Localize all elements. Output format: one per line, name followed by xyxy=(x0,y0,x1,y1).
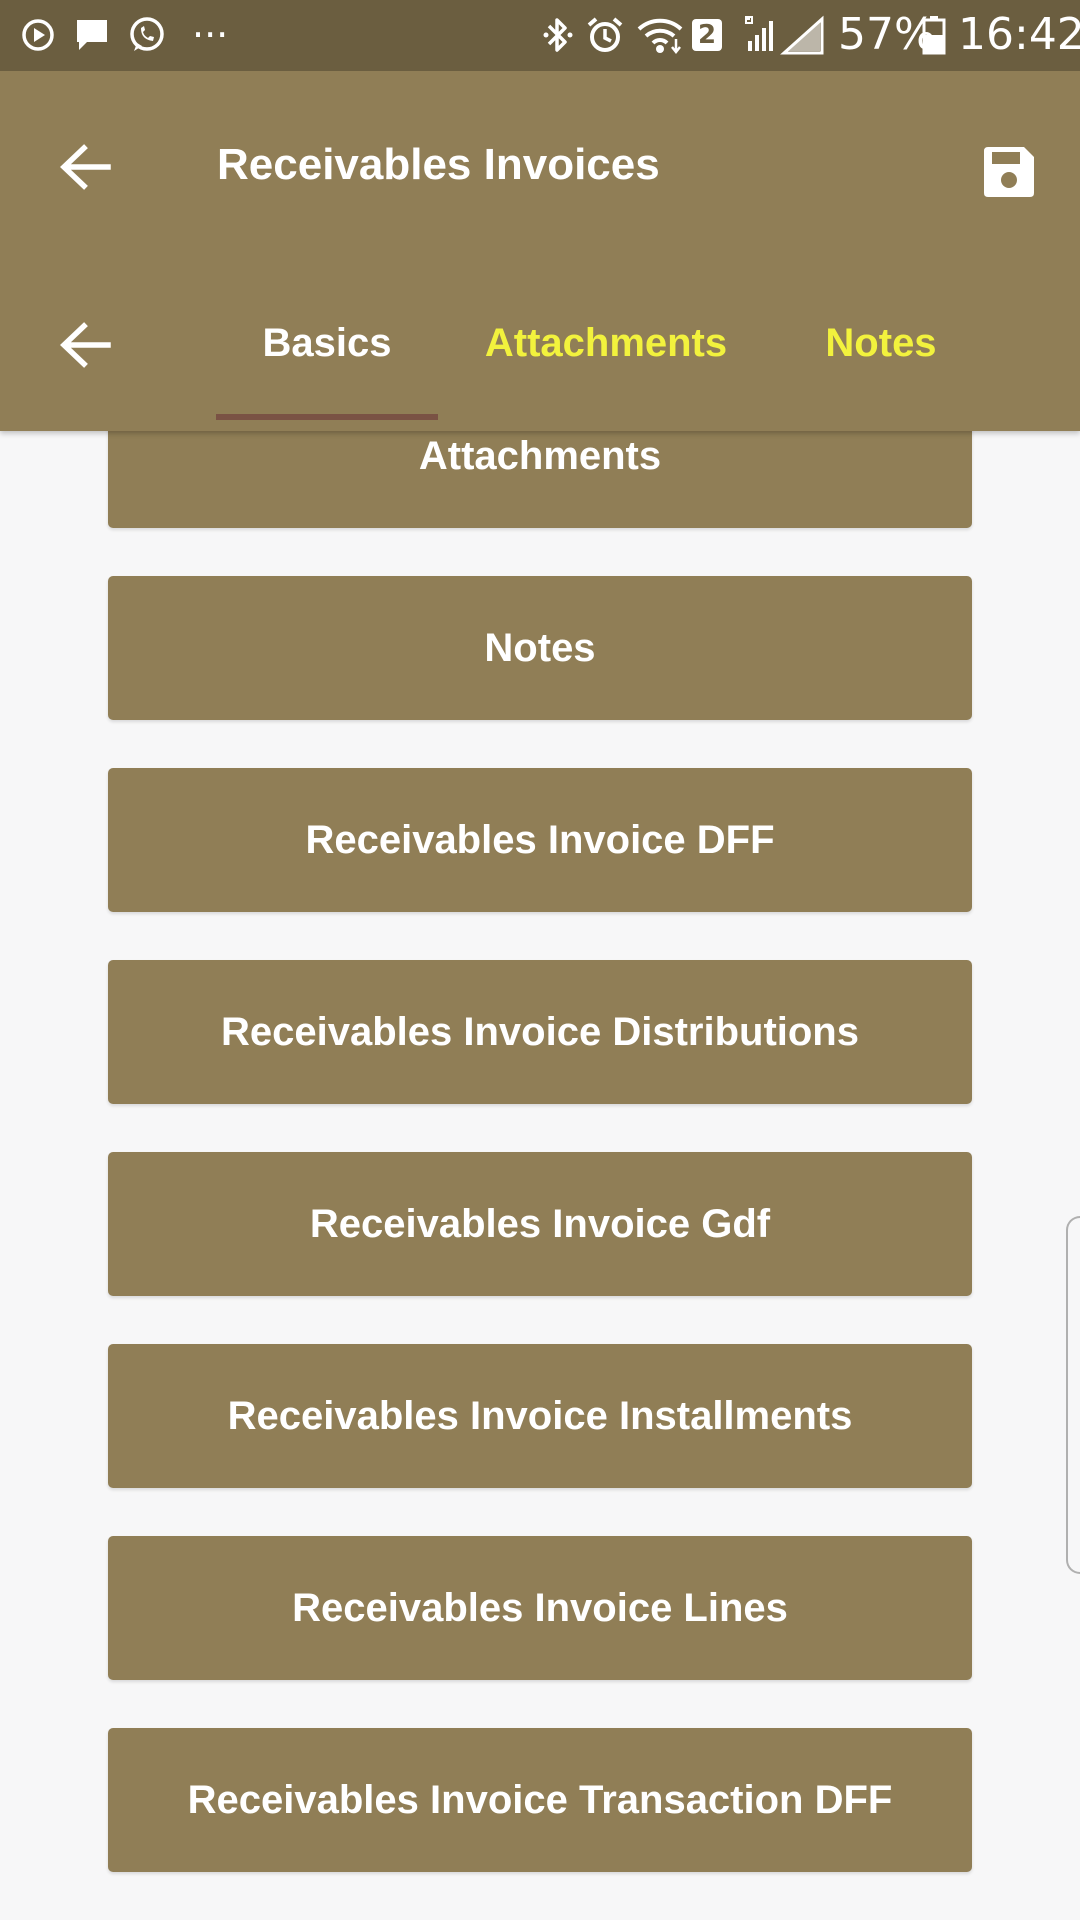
alarm-icon xyxy=(584,14,626,56)
sim-badge-icon: 2 xyxy=(690,14,724,56)
save-button[interactable] xyxy=(968,131,1050,213)
edge-panel-handle[interactable] xyxy=(1066,1216,1080,1574)
tab-notes[interactable]: Notes xyxy=(812,313,950,373)
save-icon xyxy=(980,143,1038,201)
bluetooth-icon xyxy=(540,14,576,56)
tab-bar: Basics Attachments Notes xyxy=(0,263,1080,431)
tab-basics[interactable]: Basics xyxy=(216,313,438,373)
active-tab-indicator xyxy=(216,414,438,420)
app-screen: ··· 2 57% 16:42 Receivables Invoices Bas… xyxy=(0,0,1080,1920)
arrow-back-icon xyxy=(58,318,112,372)
message-icon xyxy=(72,14,112,56)
clock: 16:42 xyxy=(958,9,1080,60)
more-dots-icon: ··· xyxy=(192,13,229,57)
page-title: Receivables Invoices xyxy=(217,140,660,189)
tab-back-button[interactable] xyxy=(40,305,130,385)
battery-icon xyxy=(920,14,948,56)
back-button[interactable] xyxy=(40,127,130,207)
signal-icon xyxy=(740,14,824,56)
app-toolbar: Receivables Invoices xyxy=(0,71,1080,263)
whatsapp-icon xyxy=(124,14,168,56)
invoice-dff-button[interactable]: Receivables Invoice DFF xyxy=(108,768,972,912)
media-play-icon xyxy=(18,14,58,56)
invoice-transaction-dff-button[interactable]: Receivables Invoice Transaction DFF xyxy=(108,1728,972,1872)
attachments-button[interactable]: Attachments xyxy=(108,431,972,528)
button-list: Attachments Notes Receivables Invoice DF… xyxy=(0,431,1080,1920)
invoice-lines-button[interactable]: Receivables Invoice Lines xyxy=(108,1536,972,1680)
invoice-installments-button[interactable]: Receivables Invoice Installments xyxy=(108,1344,972,1488)
wifi-icon xyxy=(636,14,684,56)
arrow-back-icon xyxy=(58,140,112,194)
invoice-distributions-button[interactable]: Receivables Invoice Distributions xyxy=(108,960,972,1104)
tab-attachments[interactable]: Attachments xyxy=(478,313,734,373)
status-bar: ··· 2 57% 16:42 xyxy=(0,0,1080,71)
notes-button[interactable]: Notes xyxy=(108,576,972,720)
invoice-gdf-button[interactable]: Receivables Invoice Gdf xyxy=(108,1152,972,1296)
